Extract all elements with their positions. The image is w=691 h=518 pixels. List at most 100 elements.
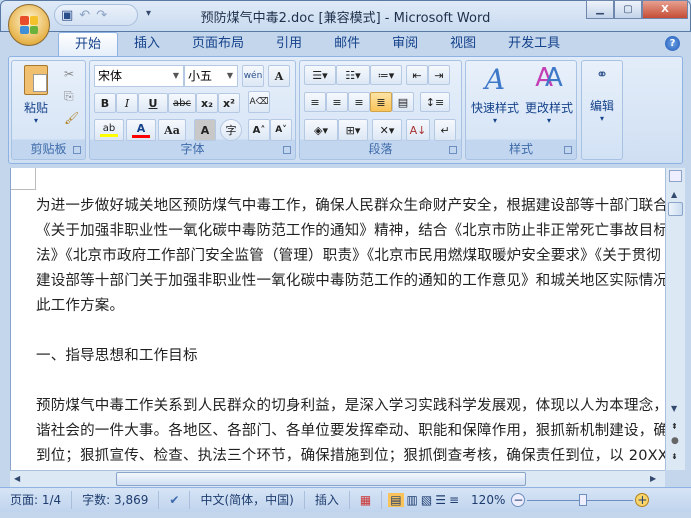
scroll-thumb[interactable] <box>116 472 526 486</box>
dialog-launcher-icon[interactable] <box>449 146 457 154</box>
scroll-left-icon[interactable]: ◀ <box>14 474 20 483</box>
proofing-icon[interactable]: ✔ <box>159 491 191 509</box>
zoom-in-icon[interactable]: + <box>635 493 650 507</box>
enclose-characters-button[interactable]: 字 <box>220 119 242 141</box>
align-right-button[interactable]: ≡ <box>348 92 370 112</box>
zoom-out-icon[interactable]: − <box>511 493 526 507</box>
paragraph-line: 《关于加强非职业性一氧化碳中毒防范工作的通知》精神，结合《北京市防止非正常死亡事… <box>36 223 665 239</box>
clipboard-icon <box>24 65 48 95</box>
horizontal-scrollbar[interactable]: ◀ ▶ <box>10 470 665 487</box>
sort-button[interactable]: A↓ <box>406 119 430 141</box>
word-count[interactable]: 字数: 3,869 <box>72 491 160 509</box>
cut-icon[interactable]: ✂ <box>64 67 74 81</box>
change-styles-icon: AA <box>535 63 563 93</box>
insert-mode[interactable]: 插入 <box>305 491 350 509</box>
styles-group: A 快速样式 ▾ AA 更改样式 ▾ 样式 <box>465 60 577 160</box>
dialog-launcher-icon[interactable] <box>564 146 572 154</box>
show-marks-button[interactable]: ↵ <box>434 119 456 141</box>
zoom-level[interactable]: 120% <box>465 493 511 507</box>
quick-styles-button[interactable]: A 快速样式 ▾ <box>468 63 522 125</box>
dialog-launcher-icon[interactable] <box>283 146 291 154</box>
outline-view-icon[interactable]: ☰ <box>435 493 446 507</box>
highlight-button[interactable]: ab <box>94 119 124 141</box>
bullets-button[interactable]: ☰▾ <box>304 65 336 85</box>
tab-references[interactable]: 引用 <box>260 32 318 56</box>
close-button[interactable]: X <box>642 0 688 19</box>
tab-home[interactable]: 开始 <box>58 32 119 56</box>
zoom-slider-thumb[interactable] <box>578 494 587 506</box>
superscript-button[interactable]: x² <box>218 93 240 113</box>
tab-mailings[interactable]: 邮件 <box>318 32 376 56</box>
macro-record-icon[interactable]: ▦ <box>350 491 383 509</box>
character-shading-button[interactable]: A <box>194 119 216 141</box>
copy-icon[interactable]: ⎘ <box>64 89 74 104</box>
format-painter-icon[interactable]: 🖌 <box>64 111 79 125</box>
increase-indent-button[interactable]: ⇥ <box>428 65 450 85</box>
character-border-button[interactable]: A <box>268 65 290 87</box>
justify-button[interactable]: ≣ <box>370 92 392 112</box>
editing-group[interactable]: ⚭ 编辑 ▾ <box>581 60 623 160</box>
restore-button[interactable]: ▢ <box>614 0 642 19</box>
strikethrough-button[interactable]: abc <box>168 93 196 113</box>
decrease-indent-button[interactable]: ⇤ <box>406 65 428 85</box>
font-name-select[interactable]: 宋体 ▼ <box>94 65 184 87</box>
borders-button[interactable]: ⊞▾ <box>338 119 368 141</box>
grow-font-button[interactable]: A˄ <box>248 119 270 141</box>
ribbon: 粘贴 ▾ ✂ ⎘ 🖌 剪贴板 宋体 ▼ 小五 ▼ wén A B I U abc x… <box>8 56 683 164</box>
help-icon[interactable]: ? <box>665 36 680 51</box>
line-spacing-button[interactable]: ↕≡ <box>420 92 450 112</box>
page-corner-mark <box>11 168 36 190</box>
font-size-select[interactable]: 小五 ▼ <box>184 65 238 87</box>
font-group-label: 字体 <box>180 142 205 156</box>
paragraph-line: 法》《北京市政府工作部门安全监管（管理）职责》《北京市民用燃煤取暖炉安全要求》《… <box>36 248 662 264</box>
vertical-scrollbar[interactable]: ▲ ▼ ⇞ ● ⇟ <box>665 168 685 470</box>
scroll-thumb[interactable] <box>668 202 683 216</box>
ruler-toggle-icon[interactable] <box>669 170 682 182</box>
shading-button[interactable]: ◈▾ <box>304 119 338 141</box>
quick-styles-icon: A <box>484 63 506 96</box>
draft-view-icon[interactable]: ≡ <box>449 493 459 507</box>
align-left-button[interactable]: ≡ <box>304 92 326 112</box>
tab-insert[interactable]: 插入 <box>118 32 176 56</box>
tab-view[interactable]: 视图 <box>434 32 492 56</box>
browse-object-icon[interactable]: ● <box>671 436 679 446</box>
shrink-font-button[interactable]: A˅ <box>270 119 292 141</box>
zoom-slider[interactable] <box>527 493 634 507</box>
document-page[interactable]: 为进一步做好城关地区预防煤气中毒工作，确保人民群众生命财产安全，根据建设部等十部… <box>10 168 665 470</box>
scroll-up-icon[interactable]: ▲ <box>671 190 677 199</box>
font-color-button[interactable]: A <box>126 119 156 141</box>
tab-developer[interactable]: 开发工具 <box>492 32 576 56</box>
quick-styles-label: 快速样式 <box>470 101 519 115</box>
italic-button[interactable]: I <box>116 93 138 113</box>
next-page-icon[interactable]: ⇟ <box>671 452 678 461</box>
scroll-right-icon[interactable]: ▶ <box>650 474 656 483</box>
scroll-down-icon[interactable]: ▼ <box>671 404 677 413</box>
web-layout-icon[interactable]: ▧ <box>421 493 432 507</box>
chinese-layout-button[interactable]: ✕▾ <box>372 119 402 141</box>
language-indicator[interactable]: 中文(简体，中国) <box>190 491 305 509</box>
office-button[interactable] <box>8 4 50 46</box>
tab-page-layout[interactable]: 页面布局 <box>176 32 260 56</box>
phonetic-guide-button[interactable]: wén <box>242 65 264 87</box>
page-count[interactable]: 页面: 1/4 <box>0 491 73 509</box>
tab-review[interactable]: 审阅 <box>376 32 434 56</box>
full-screen-reading-icon[interactable]: ▥ <box>407 493 418 507</box>
minimize-button[interactable]: ▁ <box>586 0 614 19</box>
highlight-icon: ab <box>102 122 116 134</box>
previous-page-icon[interactable]: ⇞ <box>671 422 678 431</box>
underline-button[interactable]: U <box>138 93 168 113</box>
dialog-launcher-icon[interactable] <box>73 146 81 154</box>
office-logo-icon <box>20 16 38 34</box>
bold-button[interactable]: B <box>94 93 116 113</box>
align-center-button[interactable]: ≡ <box>326 92 348 112</box>
change-case-button[interactable]: Aa <box>158 119 186 141</box>
distributed-button[interactable]: ▤ <box>392 92 414 112</box>
print-layout-view-icon[interactable]: ▤ <box>388 493 404 507</box>
paste-button[interactable]: 粘贴 ▾ <box>18 65 54 125</box>
numbering-button[interactable]: ☷▾ <box>336 65 370 85</box>
multilevel-list-button[interactable]: ≔▾ <box>370 65 402 85</box>
section-heading: 一、指导思想和工作目标 <box>36 348 198 364</box>
change-styles-button[interactable]: AA 更改样式 ▾ <box>522 63 576 125</box>
subscript-button[interactable]: x₂ <box>196 93 218 113</box>
clear-formatting-button[interactable]: A⌫ <box>248 91 270 113</box>
